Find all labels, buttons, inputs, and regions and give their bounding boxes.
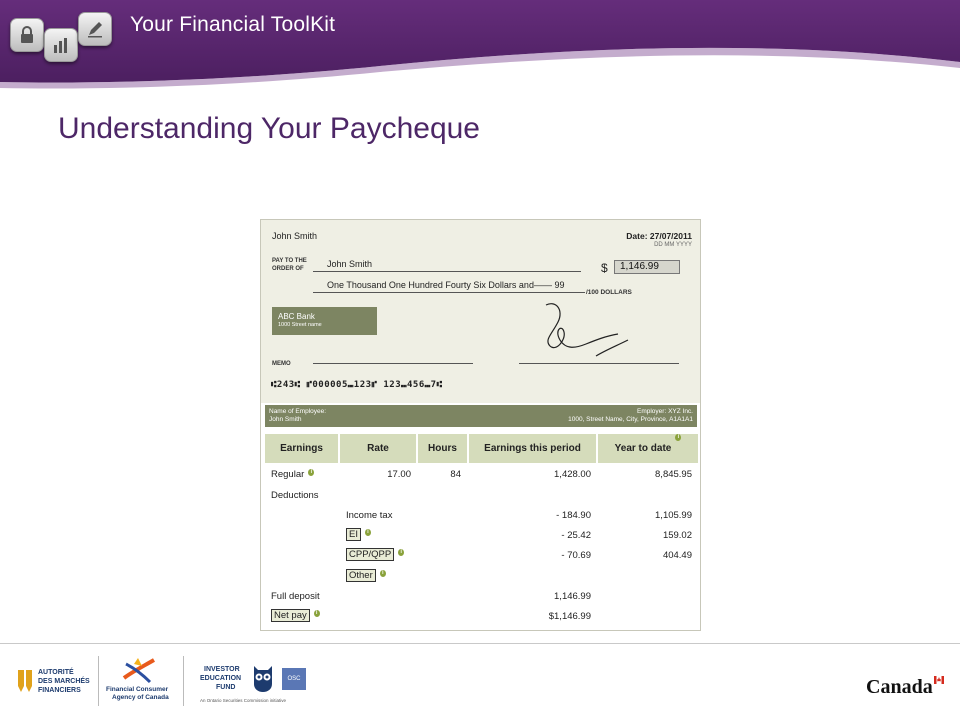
fcac-logo: Financial Consumer Agency of Canada (106, 656, 178, 702)
memo-label: MEMO (272, 361, 291, 367)
footer-separator (98, 656, 99, 706)
ief-line1: INVESTOR (204, 666, 240, 673)
canada-wordmark: Canada (866, 676, 946, 700)
net-pay-period: $1,146.99 (548, 611, 591, 622)
income-tax-ytd: 1,105.99 (655, 510, 692, 521)
date-format: DD MM YYYY (654, 242, 692, 248)
ief-tagline: An Ontario Securities Commission initiat… (200, 698, 287, 703)
deductions-label: Deductions (271, 490, 319, 501)
app-title: Your Financial ToolKit (130, 13, 336, 36)
info-icon[interactable]: i (364, 529, 371, 536)
cheque: John Smith Date: 27/07/2011 DD MM YYYY P… (261, 220, 700, 403)
footer-separator (183, 656, 184, 706)
owl-icon (254, 666, 272, 692)
info-icon[interactable]: i (379, 570, 386, 577)
payer-name: John Smith (272, 231, 318, 241)
fcac-emblem-icon (122, 658, 155, 684)
employer-label: Employer: XYZ Inc. (637, 408, 693, 415)
fcac-line1: Financial Consumer (106, 686, 169, 693)
regular-hours: 84 (450, 469, 461, 480)
order-of-label: ORDER OF (272, 266, 304, 272)
flag-icon (934, 676, 944, 684)
ief-line2: EDUCATION (200, 675, 242, 682)
memo-line (313, 363, 473, 364)
income-tax-label: Income tax (346, 510, 393, 521)
toolkit-logo (8, 8, 113, 78)
paycheque-illustration: John Smith Date: 27/07/2011 DD MM YYYY P… (260, 219, 701, 631)
payee-name: John Smith (327, 259, 373, 269)
other-label: Other i (346, 569, 386, 582)
column-header-earnings: Earnings (265, 434, 338, 463)
amf-line2: DES MARCHÉS (38, 678, 90, 685)
bank-name: ABC Bank (278, 312, 315, 321)
amf-line1: AUTORITÉ (38, 669, 74, 676)
ei-period: - 25.42 (561, 530, 591, 541)
signature (545, 303, 629, 357)
signature-line (519, 363, 679, 364)
bank-address: 1000 Street name (278, 322, 322, 328)
amount-box: 1,146.99 (614, 260, 680, 274)
micr-line: ⑆243⑆ ⑈000005⑉123⑈ 123⑉456⑉7⑆ (271, 380, 443, 390)
bank-block: ABC Bank 1000 Street name (272, 307, 377, 335)
cpp-period: - 70.69 (561, 550, 591, 561)
osc-badge: OSC (282, 668, 306, 690)
currency-symbol: $ (601, 261, 608, 275)
year-to-date-label: Year to date (614, 443, 672, 454)
header-banner: Your Financial ToolKit (0, 0, 960, 92)
regular-ytd: 8,845.95 (655, 469, 692, 480)
row-regular-label: Regular i (271, 469, 315, 480)
column-header-year-to-date: Year to datei (598, 434, 698, 463)
ief-line3: FUND (216, 684, 236, 691)
info-icon[interactable]: i (313, 610, 320, 617)
amount-words-line (313, 292, 585, 293)
stub-employee-bar: Name of Employee: John Smith Employer: X… (265, 405, 697, 427)
amount-in-words: One Thousand One Hundred Fourty Six Doll… (327, 280, 565, 290)
amf-line3: FINANCIERS (38, 687, 81, 694)
ei-ytd: 159.02 (662, 530, 692, 541)
pencil-icon (78, 12, 112, 46)
bar-chart-icon (44, 28, 78, 62)
regular-rate: 17.00 (387, 469, 411, 480)
pay-to-label: PAY TO THE (272, 258, 307, 264)
fcac-line2: Agency of Canada (112, 694, 169, 701)
ief-logo: INVESTOR EDUCATION FUND OSC An Ontario S… (196, 662, 312, 706)
column-header-hours: Hours (418, 434, 467, 463)
canada-text: Canada (866, 676, 933, 698)
amf-emblem-icon (18, 670, 32, 692)
info-icon[interactable]: i (308, 469, 315, 476)
page-title: Understanding Your Paycheque (58, 112, 480, 145)
ei-label: EI i (346, 528, 371, 541)
employer-address: 1000, Street Name, City, Province, A1A1A… (568, 416, 693, 423)
regular-period: 1,428.00 (554, 469, 591, 480)
cpp-ytd: 404.49 (662, 550, 692, 561)
footer-divider (0, 643, 960, 644)
payee-line (313, 271, 581, 272)
cheque-date: Date: 27/07/2011 (626, 231, 692, 241)
column-header-rate: Rate (340, 434, 416, 463)
amf-logo: AUTORITÉ DES MARCHÉS FINANCIERS (18, 668, 98, 698)
income-tax-period: - 184.90 (556, 510, 591, 521)
info-icon[interactable]: i (675, 434, 682, 441)
column-header-earnings-this-period: Earnings this period (469, 434, 596, 463)
employee-label: Name of Employee: (269, 408, 327, 415)
info-icon[interactable]: i (398, 549, 405, 556)
full-deposit-label: Full deposit (271, 591, 320, 602)
lock-icon (10, 18, 44, 52)
employee-name: John Smith (269, 416, 302, 423)
net-pay-label: Net pay i (271, 609, 320, 622)
cents-label: /100 DOLLARS (586, 289, 632, 296)
full-deposit-period: 1,146.99 (554, 591, 591, 602)
cpp-label: CPP/QPP i (346, 548, 405, 561)
